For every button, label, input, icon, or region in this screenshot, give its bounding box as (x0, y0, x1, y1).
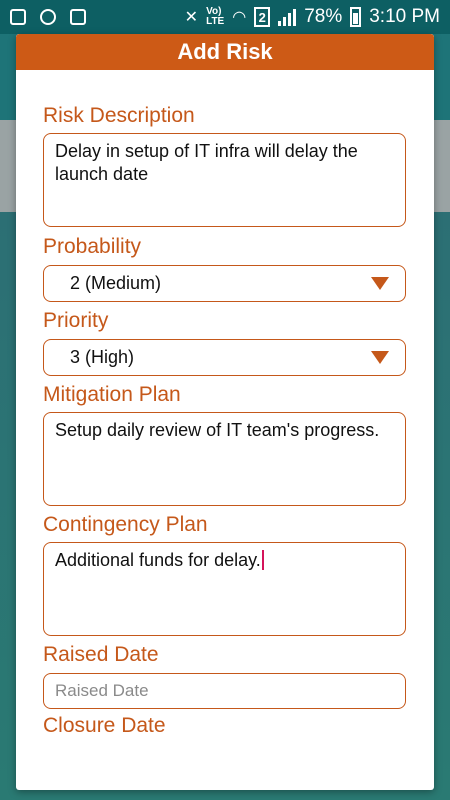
add-risk-dialog: Add Risk Risk Description Delay in setup… (16, 34, 434, 790)
battery-icon (350, 7, 362, 27)
status-bar: ✕ Vo) LTE ◠ 2 78% 3:10 PM (0, 0, 450, 34)
text-cursor (261, 550, 264, 570)
contingency-plan-value: Additional funds for delay. (55, 550, 261, 570)
messenger-icon (40, 9, 56, 25)
risk-description-label: Risk Description (43, 104, 195, 127)
priority-label: Priority (43, 309, 109, 332)
priority-select[interactable]: 3 (High) (43, 339, 406, 376)
sim-icon: 2 (254, 7, 271, 27)
gallery-icon (10, 9, 26, 25)
mute-icon: ✕ (184, 9, 199, 26)
raised-date-label: Raised Date (43, 643, 159, 666)
download-icon (70, 9, 86, 25)
mitigation-plan-label: Mitigation Plan (43, 383, 181, 406)
probability-select[interactable]: 2 (Medium) (43, 265, 406, 302)
risk-description-field[interactable]: Delay in setup of IT infra will delay th… (43, 133, 406, 227)
contingency-plan-label: Contingency Plan (43, 513, 208, 536)
dialog-title: Add Risk (16, 34, 434, 70)
system-icons: ✕ Vo) LTE ◠ 2 78% 3:10 PM (185, 6, 440, 28)
clock: 3:10 PM (369, 6, 440, 27)
raised-date-field[interactable]: Raised Date (43, 673, 406, 709)
closure-date-label: Closure Date (43, 714, 166, 737)
battery-percent: 78% (304, 6, 343, 27)
dialog-body: Risk Description Delay in setup of IT in… (16, 104, 434, 738)
probability-label: Probability (43, 235, 142, 258)
wifi-icon: ◠ (232, 9, 247, 26)
contingency-plan-field[interactable]: Additional funds for delay. (43, 542, 406, 636)
mitigation-plan-field[interactable]: Setup daily review of IT team's progress… (43, 412, 406, 506)
volte-icon: Vo) LTE (206, 6, 225, 27)
probability-value: 2 (Medium) (70, 273, 162, 293)
signal-icon (278, 8, 297, 26)
dropdown-arrow-icon (371, 277, 389, 290)
priority-value: 3 (High) (70, 347, 135, 367)
dropdown-arrow-icon (371, 351, 389, 364)
notification-icons (10, 9, 86, 25)
